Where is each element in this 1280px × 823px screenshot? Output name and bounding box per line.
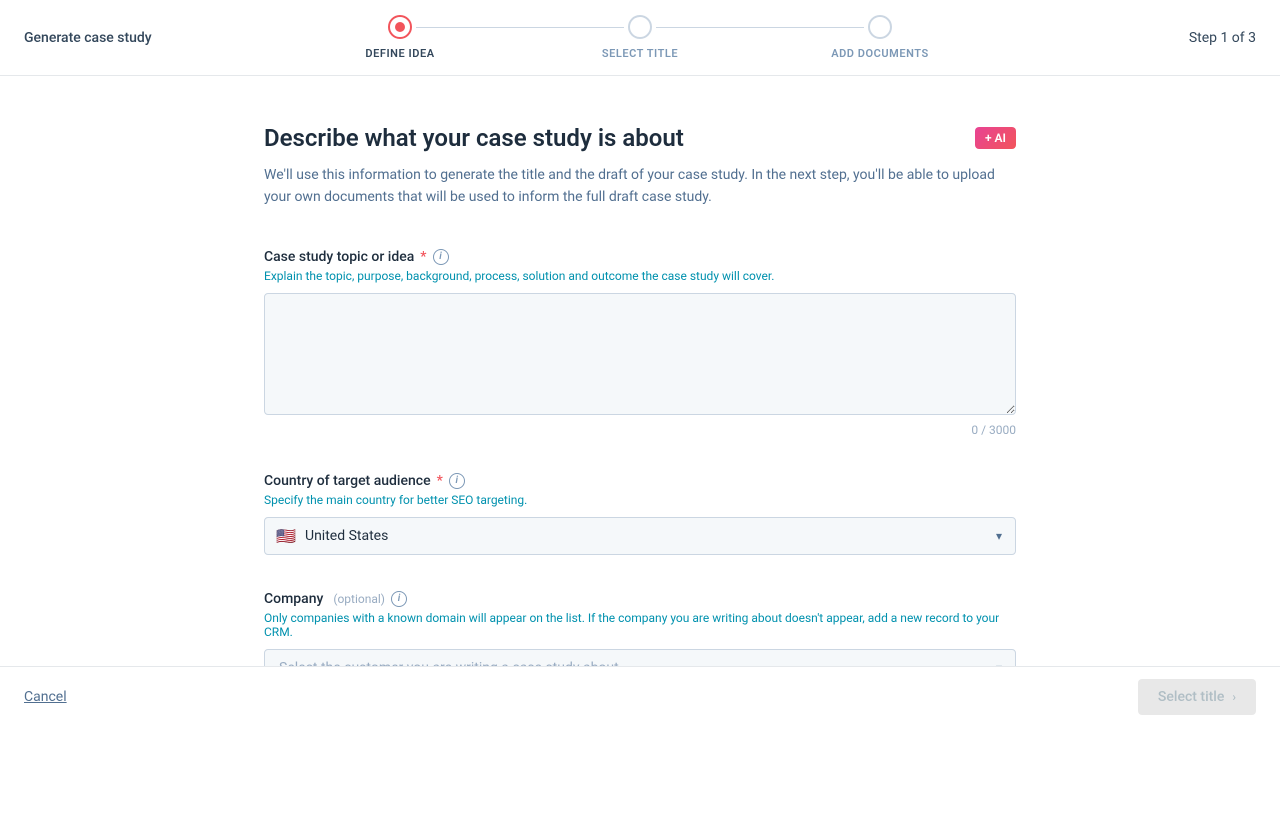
company-hint: Only companies with a known domain will … (264, 611, 1016, 639)
step-label-3: ADD DOCUMENTS (831, 47, 929, 60)
page-heading-text: Describe what your case study is about (264, 124, 684, 152)
top-bar: Generate case study DEFINE IDEA SELECT T… (0, 0, 1280, 76)
country-select[interactable]: United States United Kingdom Canada Aust… (264, 517, 1016, 555)
next-button: Select title › (1138, 679, 1256, 715)
app-title: Generate case study (24, 30, 152, 46)
country-required: * (437, 473, 443, 489)
country-label: Country of target audience * i (264, 473, 1016, 489)
country-info-icon[interactable]: i (449, 473, 465, 489)
step-circle-1 (388, 15, 412, 39)
cancel-button[interactable]: Cancel (24, 689, 67, 705)
country-hint: Specify the main country for better SEO … (264, 493, 1016, 507)
next-button-label: Select title (1158, 689, 1224, 705)
country-label-text: Country of target audience (264, 473, 431, 489)
topic-required: * (420, 249, 426, 265)
step-circle-3 (868, 15, 892, 39)
topic-info-icon[interactable]: i (433, 249, 449, 265)
step-label-2: SELECT TITLE (602, 47, 678, 60)
ai-badge: + AI (975, 127, 1016, 149)
step-indicator: Step 1 of 3 (1189, 30, 1256, 46)
step-define-idea: DEFINE IDEA (280, 15, 520, 60)
topic-field-section: Case study topic or idea * i Explain the… (264, 249, 1016, 437)
page-heading-row: Describe what your case study is about +… (264, 124, 1016, 152)
company-label-row: Company (optional) i (264, 591, 1016, 607)
char-count: 0 / 3000 (264, 423, 1016, 437)
stepper: DEFINE IDEA SELECT TITLE ADD DOCUMENTS (280, 15, 1000, 60)
company-optional: (optional) (333, 592, 385, 606)
topic-textarea[interactable] (264, 293, 1016, 415)
company-label-text: Company (264, 591, 323, 607)
topic-label-text: Case study topic or idea (264, 249, 414, 265)
step-circle-2 (628, 15, 652, 39)
country-select-wrapper: 🇺🇸 United States United Kingdom Canada A… (264, 517, 1016, 555)
step-select-title: SELECT TITLE (520, 15, 760, 60)
company-info-icon[interactable]: i (391, 591, 407, 607)
country-field-section: Country of target audience * i Specify t… (264, 473, 1016, 555)
page-description: We'll use this information to generate t… (264, 164, 1016, 209)
step-label-1: DEFINE IDEA (365, 47, 434, 60)
chevron-right-icon: › (1232, 690, 1236, 704)
step-add-documents: ADD DOCUMENTS (760, 15, 1000, 60)
topic-hint: Explain the topic, purpose, background, … (264, 269, 1016, 283)
footer-bar: Cancel Select title › (0, 666, 1280, 726)
topic-label: Case study topic or idea * i (264, 249, 1016, 265)
